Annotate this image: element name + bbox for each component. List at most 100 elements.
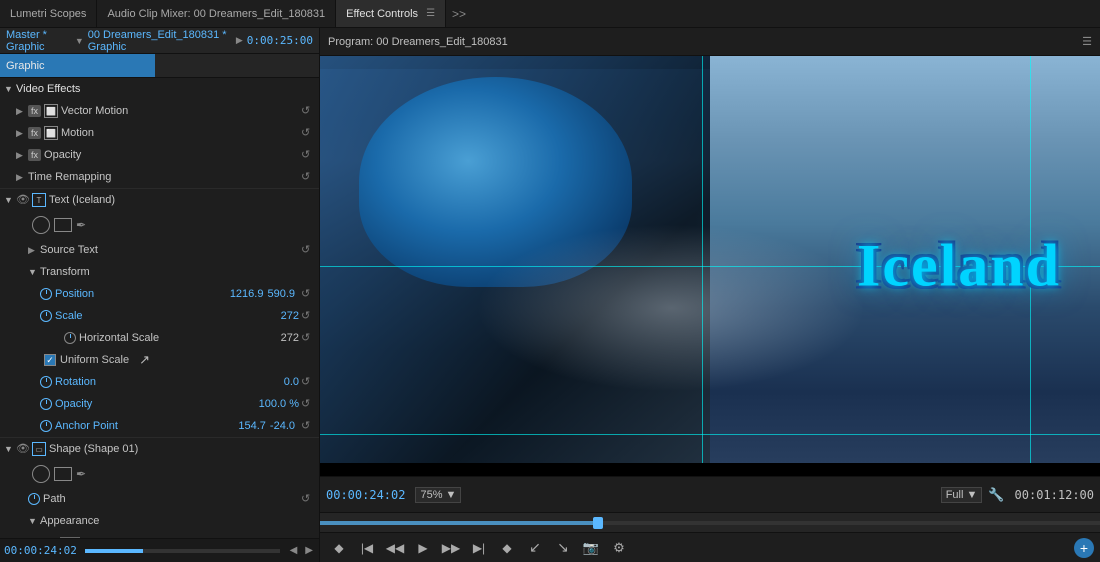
tab-audio-mixer[interactable]: Audio Clip Mixer: 00 Dreamers_Edit_18083… — [97, 0, 336, 27]
shape-visibility-eye[interactable]: 👁 — [16, 442, 30, 456]
opacity-expand[interactable]: ▶ — [16, 150, 28, 161]
rotation-row[interactable]: Rotation 0.0 ↺ — [0, 371, 319, 393]
anchor-point-row[interactable]: Anchor Point 154.7 -24.0 ↺ — [0, 415, 319, 437]
shape-row[interactable]: ▼ 👁 ▭ Shape (Shape 01) — [0, 438, 319, 460]
text-iceland-expand[interactable]: ▼ — [4, 195, 16, 205]
source-text-row[interactable]: ▶ Source Text ↺ — [0, 239, 319, 261]
reset-time-remap[interactable]: ↺ — [301, 170, 315, 184]
transform-label: Transform — [40, 266, 315, 278]
position-stopwatch[interactable] — [40, 288, 52, 300]
video-effects-expand[interactable]: ▼ — [4, 84, 16, 94]
horiz-scale-row[interactable]: Horizontal Scale 272 ↺ — [0, 327, 319, 349]
mark-in-btn[interactable]: ◆ — [326, 535, 352, 561]
shape-expand[interactable]: ▼ — [4, 444, 16, 454]
panel-menu-icon[interactable]: ☰ — [426, 8, 435, 19]
opacity-value[interactable]: 100.0 % — [259, 398, 299, 410]
vector-motion-expand[interactable]: ▶ — [16, 106, 28, 117]
scale-value[interactable]: 272 — [281, 310, 299, 322]
pen-tool-icon[interactable]: ✒ — [76, 218, 86, 232]
visibility-eye[interactable]: 👁 — [16, 193, 30, 207]
quality-value: Full — [946, 489, 964, 501]
path-row[interactable]: Path ↺ — [0, 488, 319, 510]
nav-prev-btn[interactable]: ◀ — [288, 545, 300, 556]
scale-row[interactable]: Scale 272 ↺ — [0, 305, 319, 327]
tab-effect-label: Effect Controls — [346, 8, 418, 20]
overwrite-btn[interactable]: ↘ — [550, 535, 576, 561]
uniform-scale-checkbox[interactable]: ✓ — [44, 354, 56, 366]
text-iceland-row[interactable]: ▼ 👁 T Text (Iceland) — [0, 189, 319, 211]
scrubber-bar[interactable] — [320, 512, 1100, 532]
scale-stopwatch[interactable] — [40, 310, 52, 322]
reset-horiz-scale[interactable]: ↺ — [301, 331, 315, 345]
wrench-icon[interactable]: 🔧 — [988, 487, 1004, 503]
tab-expand[interactable]: >> — [446, 0, 472, 27]
source-text-expand[interactable]: ▶ — [28, 245, 40, 256]
opacity-row[interactable]: ▶ fx Opacity ↺ — [0, 144, 319, 166]
video-effects-label: Video Effects — [16, 83, 315, 95]
quality-select[interactable]: Full ▼ — [941, 487, 983, 503]
path-stopwatch[interactable] — [28, 493, 40, 505]
settings-btn[interactable]: ⚙ — [606, 535, 632, 561]
shape-circle-btn[interactable] — [32, 216, 50, 234]
mark-out-btn[interactable]: ◆ — [494, 535, 520, 561]
reset-rotation[interactable]: ↺ — [301, 375, 315, 389]
pen-tool-icon-2[interactable]: ✒ — [76, 467, 86, 481]
transform-opacity-row[interactable]: Opacity 100.0 % ↺ — [0, 393, 319, 415]
video-effects-header[interactable]: ▼ Video Effects — [0, 78, 319, 100]
reset-transform-opacity[interactable]: ↺ — [301, 397, 315, 411]
transform-row[interactable]: ▼ Transform — [0, 261, 319, 283]
appearance-expand[interactable]: ▼ — [28, 516, 40, 526]
play-stop-btn[interactable]: ▶ — [410, 535, 436, 561]
anchor-stopwatch[interactable] — [40, 420, 52, 432]
reset-anchor[interactable]: ↺ — [301, 419, 315, 433]
next-edit-btn[interactable]: ▶▶ — [438, 535, 464, 561]
reset-vector-motion[interactable]: ↺ — [301, 104, 315, 118]
anchor-x-value[interactable]: 154.7 — [238, 420, 266, 432]
appearance-row[interactable]: ▼ Appearance — [0, 510, 319, 532]
export-frame-btn[interactable]: 📷 — [578, 535, 604, 561]
position-x-value[interactable]: 1216.9 — [230, 288, 264, 300]
reset-source-text[interactable]: ↺ — [301, 243, 315, 257]
anchor-y-value[interactable]: -24.0 — [270, 420, 295, 432]
opacity-stopwatch[interactable] — [40, 398, 52, 410]
shape-rect-btn-2[interactable] — [54, 467, 72, 481]
breadcrumb-clip[interactable]: 00 Dreamers_Edit_180831 * Graphic ▶ — [88, 29, 243, 53]
tab-effect-controls[interactable]: Effect Controls ☰ — [336, 0, 446, 27]
horiz-scale-value[interactable]: 272 — [281, 332, 299, 344]
motion-row[interactable]: ▶ fx ⬜ Motion ↺ — [0, 122, 319, 144]
add-track-btn[interactable]: + — [1074, 538, 1094, 558]
vector-motion-row[interactable]: ▶ fx ⬜ Vector Motion ↺ — [0, 100, 319, 122]
scrubber-thumb[interactable] — [593, 517, 603, 529]
text-iceland-section: ▼ 👁 T Text (Iceland) ✒ ▶ Source Text — [0, 189, 319, 438]
scale-label: Scale — [55, 310, 281, 322]
step-back-frame-btn[interactable]: |◀ — [354, 535, 380, 561]
reset-position[interactable]: ↺ — [301, 287, 315, 301]
rotation-stopwatch[interactable] — [40, 376, 52, 388]
iceland-text: Iceland — [857, 232, 1061, 301]
scroll-track[interactable] — [85, 549, 280, 553]
position-row[interactable]: Position 1216.9 590.9 ↺ — [0, 283, 319, 305]
scrubber-track[interactable] — [320, 521, 1100, 525]
nav-next-btn[interactable]: ▶ — [303, 545, 315, 556]
position-y-value[interactable]: 590.9 — [267, 288, 295, 300]
horiz-scale-stopwatch[interactable] — [64, 332, 76, 344]
reset-path[interactable]: ↺ — [301, 492, 315, 506]
program-menu-icon[interactable]: ☰ — [1082, 35, 1092, 48]
rotation-value[interactable]: 0.0 — [284, 376, 299, 388]
tab-lumetri[interactable]: Lumetri Scopes — [0, 0, 97, 27]
shape-circle-btn-2[interactable] — [32, 465, 50, 483]
reset-opacity[interactable]: ↺ — [301, 148, 315, 162]
insert-btn[interactable]: ↙ — [522, 535, 548, 561]
time-remap-expand[interactable]: ▶ — [16, 172, 28, 183]
reset-motion[interactable]: ↺ — [301, 126, 315, 140]
step-fwd-frame-btn[interactable]: ▶| — [466, 535, 492, 561]
transform-expand[interactable]: ▼ — [28, 267, 40, 277]
motion-expand[interactable]: ▶ — [16, 128, 28, 139]
zoom-level-select[interactable]: 75% ▼ — [415, 487, 461, 503]
shape-rect-btn[interactable] — [54, 218, 72, 232]
time-remapping-row[interactable]: ▶ Time Remapping ↺ — [0, 166, 319, 188]
breadcrumb-master[interactable]: Master * Graphic ▼ — [6, 29, 84, 53]
reset-scale[interactable]: ↺ — [301, 309, 315, 323]
prev-edit-btn[interactable]: ◀◀ — [382, 535, 408, 561]
shape-thumbs-row: ✒ — [0, 211, 319, 239]
